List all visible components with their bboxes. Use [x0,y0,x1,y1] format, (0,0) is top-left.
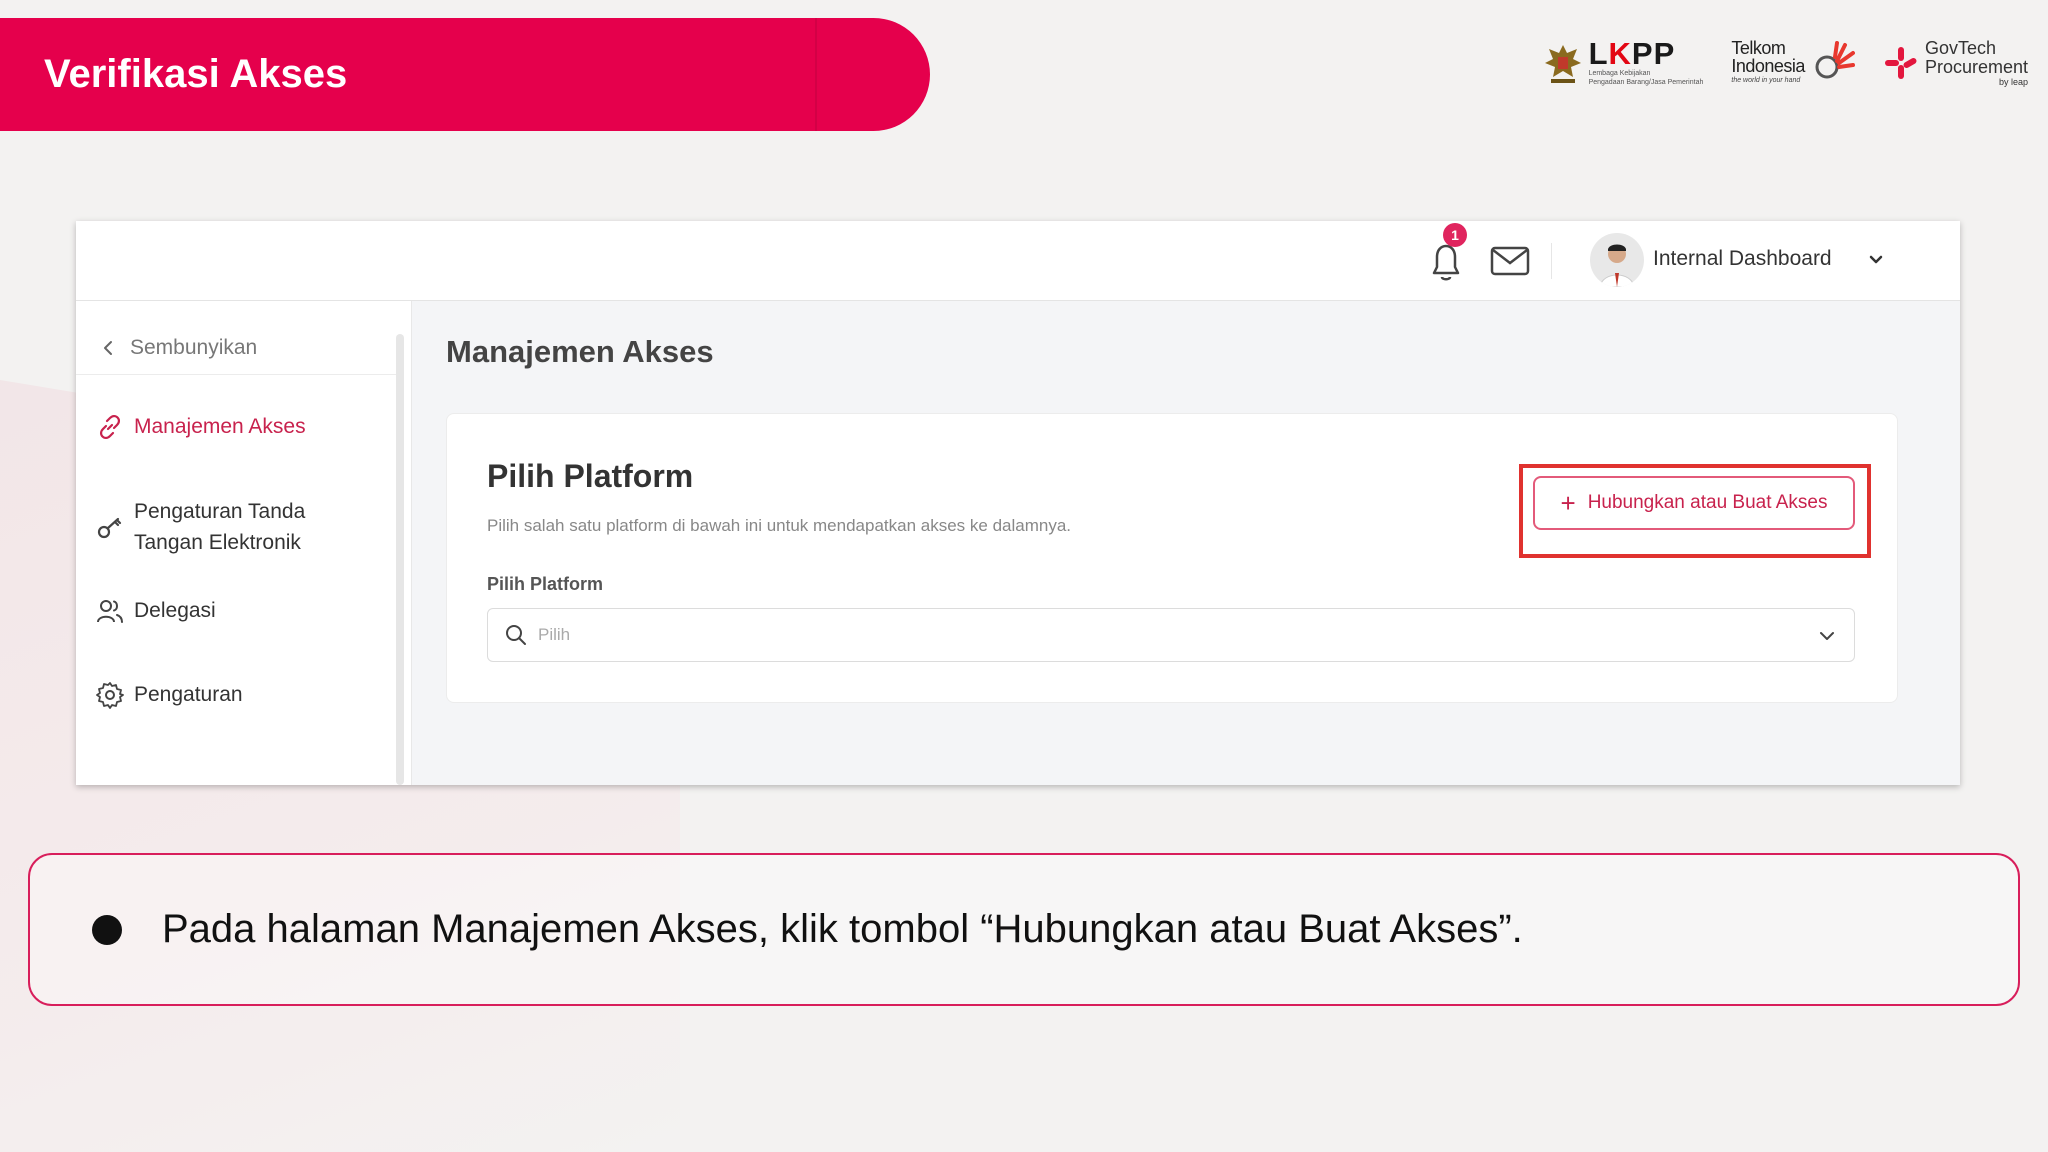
user-avatar-icon [1599,244,1635,287]
sidebar-item-label: Delegasi [134,599,216,622]
platform-field-label: Pilih Platform [487,574,604,594]
sidebar-scrollbar[interactable] [396,334,404,785]
chevron-down-icon[interactable] [1866,249,1886,269]
sidebar-hide-toggle[interactable]: Sembunyikan [76,321,396,375]
instruction-text: Pada halaman Manajemen Akses, klik tombo… [162,907,1523,951]
sidebar-item-label: Pengaturan Tanda Tangan Elektronik [134,500,306,554]
lkpp-subtitle-1: Lembaga Kebijakan [1588,70,1651,77]
sidebar: Sembunyikan Manajemen Akses Pengaturan T… [76,301,412,785]
gear-icon [96,681,124,709]
slide-title-banner: Verifikasi Akses [0,18,930,131]
key-icon [97,517,122,539]
govtech-line-2: Procurement [1924,57,2028,77]
user-menu-label[interactable]: Internal Dashboard [1653,247,1832,271]
lkpp-logo: LKPP Lembaga Kebijakan Pengadaan Barang/… [1543,36,1704,87]
app-topbar: 1 Internal Dashboard [76,221,1960,301]
telkom-tagline: the world in your hand [1731,77,1801,84]
card-title: Pilih Platform [487,458,694,494]
sidebar-item-delegasi[interactable]: Delegasi [76,595,396,626]
users-icon [97,599,123,623]
telkom-line-2: Indonesia [1731,56,1805,76]
telkom-line-1: Telkom [1731,38,1786,58]
platform-card: Pilih Platform Pilih salah satu platform… [446,413,1898,703]
notification-badge: 1 [1443,223,1467,247]
sidebar-item-manajemen-akses[interactable]: Manajemen Akses [76,411,396,442]
app-screenshot: 1 Internal Dashboard Sembunyikan Manajem… [76,221,1960,785]
chevron-down-icon [1820,632,1834,640]
mail-icon[interactable] [1489,235,1531,285]
govtech-mark-icon [1884,47,1917,79]
sidebar-item-label: Pengaturan [134,683,243,706]
platform-select-placeholder: Pilih [538,625,571,644]
partner-logos: LKPP Lembaga Kebijakan Pengadaan Barang/… [1543,18,2028,108]
chevron-left-icon [104,340,112,355]
connect-or-create-access-button[interactable]: + Hubungkan atau Buat Akses [1533,476,1855,530]
lkpp-subtitle-2: Pengadaan Barang/Jasa Pemerintah [1588,79,1704,86]
govtech-line-1: GovTech [1924,38,1996,58]
bullet-point [92,914,122,945]
govtech-logo: GovTech Procurement by leap [1883,39,2028,87]
plus-icon: + [1560,488,1576,518]
telkom-logo: Telkom Indonesia the world in your hand [1731,39,1855,87]
lkpp-name-pp: PP [1631,36,1676,71]
search-icon [506,625,526,645]
govtech-by: by leap [1998,77,2028,87]
sidebar-item-pengaturan[interactable]: Pengaturan [76,679,396,710]
avatar[interactable] [1590,233,1644,287]
lkpp-name-l: L [1588,36,1609,71]
slide-title: Verifikasi Akses [44,52,348,96]
page-title: Manajemen Akses [446,334,714,369]
card-subtitle: Pilih salah satu platform di bawah ini u… [487,516,1072,535]
link-icon [99,414,121,439]
sidebar-hide-label: Sembunyikan [130,335,258,359]
telkom-mark-icon [1815,41,1855,79]
sidebar-item-tanda-tangan[interactable]: Pengaturan Tanda Tangan Elektronik [76,496,376,558]
lkpp-name-k: K [1608,36,1632,71]
garuda-emblem-icon [1544,45,1581,83]
connect-or-create-access-label: Hubungkan atau Buat Akses [1587,492,1828,513]
instruction-box: Pada halaman Manajemen Akses, klik tombo… [28,853,2020,1006]
platform-select[interactable]: Pilih [487,608,1855,662]
sidebar-item-label: Manajemen Akses [134,415,306,438]
topbar-divider [1551,243,1552,279]
